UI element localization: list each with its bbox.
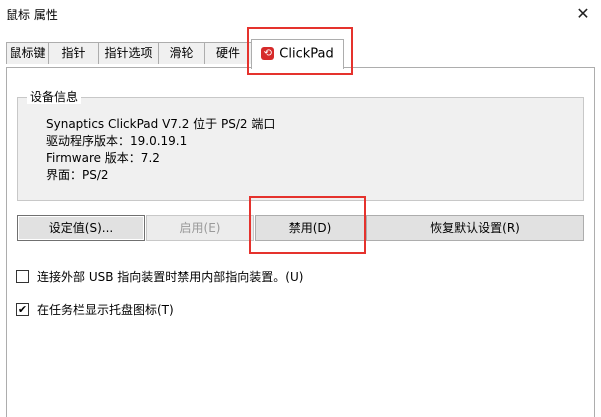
close-icon: ✕ <box>576 3 590 23</box>
checkmark-icon: ✔ <box>17 302 28 316</box>
restore-defaults-button[interactable]: 恢复默认设置(R) <box>366 215 584 241</box>
tab-label: 指针 <box>61 46 86 60</box>
device-info-group: 设备信息 Synaptics ClickPad V7.2 位于 PS/2 端口 … <box>17 90 584 201</box>
tab-pointers[interactable]: 指针 <box>48 42 99 64</box>
disable-button[interactable]: 禁用(D) <box>255 215 365 241</box>
driver-version: 驱动程序版本：19.0.19.1 <box>46 134 188 148</box>
disable-internal-checkbox[interactable] <box>16 269 29 283</box>
tray-icon-label: 在任务栏显示托盘图标(T) <box>37 302 174 317</box>
tab-hardware[interactable]: 硬件 <box>204 42 252 64</box>
tab-wheel[interactable]: 滑轮 <box>158 42 205 64</box>
device-name: Synaptics ClickPad V7.2 位于 PS/2 端口 <box>46 117 276 131</box>
tab-clickpad[interactable]: ⟲ ClickPad <box>251 39 344 69</box>
tray-icon-checkbox[interactable]: ✔ <box>16 302 29 316</box>
window-title: 鼠标 属性 <box>6 8 58 22</box>
disable-internal-option[interactable]: 连接外部 USB 指向装置时禁用内部指向装置。(U) <box>16 268 303 284</box>
tab-label: 指针选项 <box>104 46 153 60</box>
settings-button[interactable]: 设定值(S)... <box>17 215 145 241</box>
tab-mouse-buttons[interactable]: 鼠标键 <box>6 42 49 64</box>
close-button[interactable]: ✕ <box>572 2 594 24</box>
clickpad-logo-icon: ⟲ <box>261 47 275 60</box>
interface-type: 界面：PS/2 <box>46 168 109 182</box>
tab-label: ClickPad <box>279 46 334 62</box>
tab-label: 滑轮 <box>169 46 194 60</box>
tray-icon-option[interactable]: ✔ 在任务栏显示托盘图标(T) <box>16 301 174 317</box>
firmware-version: Firmware 版本：7.2 <box>46 151 160 165</box>
disable-internal-label: 连接外部 USB 指向装置时禁用内部指向装置。(U) <box>37 269 304 284</box>
title-bar: 鼠标 属性 ✕ <box>0 0 601 30</box>
enable-button[interactable]: 启用(E) <box>146 215 254 241</box>
group-title: 设备信息 <box>27 90 82 104</box>
tab-label: 鼠标键 <box>9 46 46 60</box>
tab-pointer-options[interactable]: 指针选项 <box>98 42 159 64</box>
tab-label: 硬件 <box>215 46 240 60</box>
tab-strip: 鼠标键 指针 指针选项 滑轮 硬件 ⟲ ClickPad <box>0 30 601 69</box>
